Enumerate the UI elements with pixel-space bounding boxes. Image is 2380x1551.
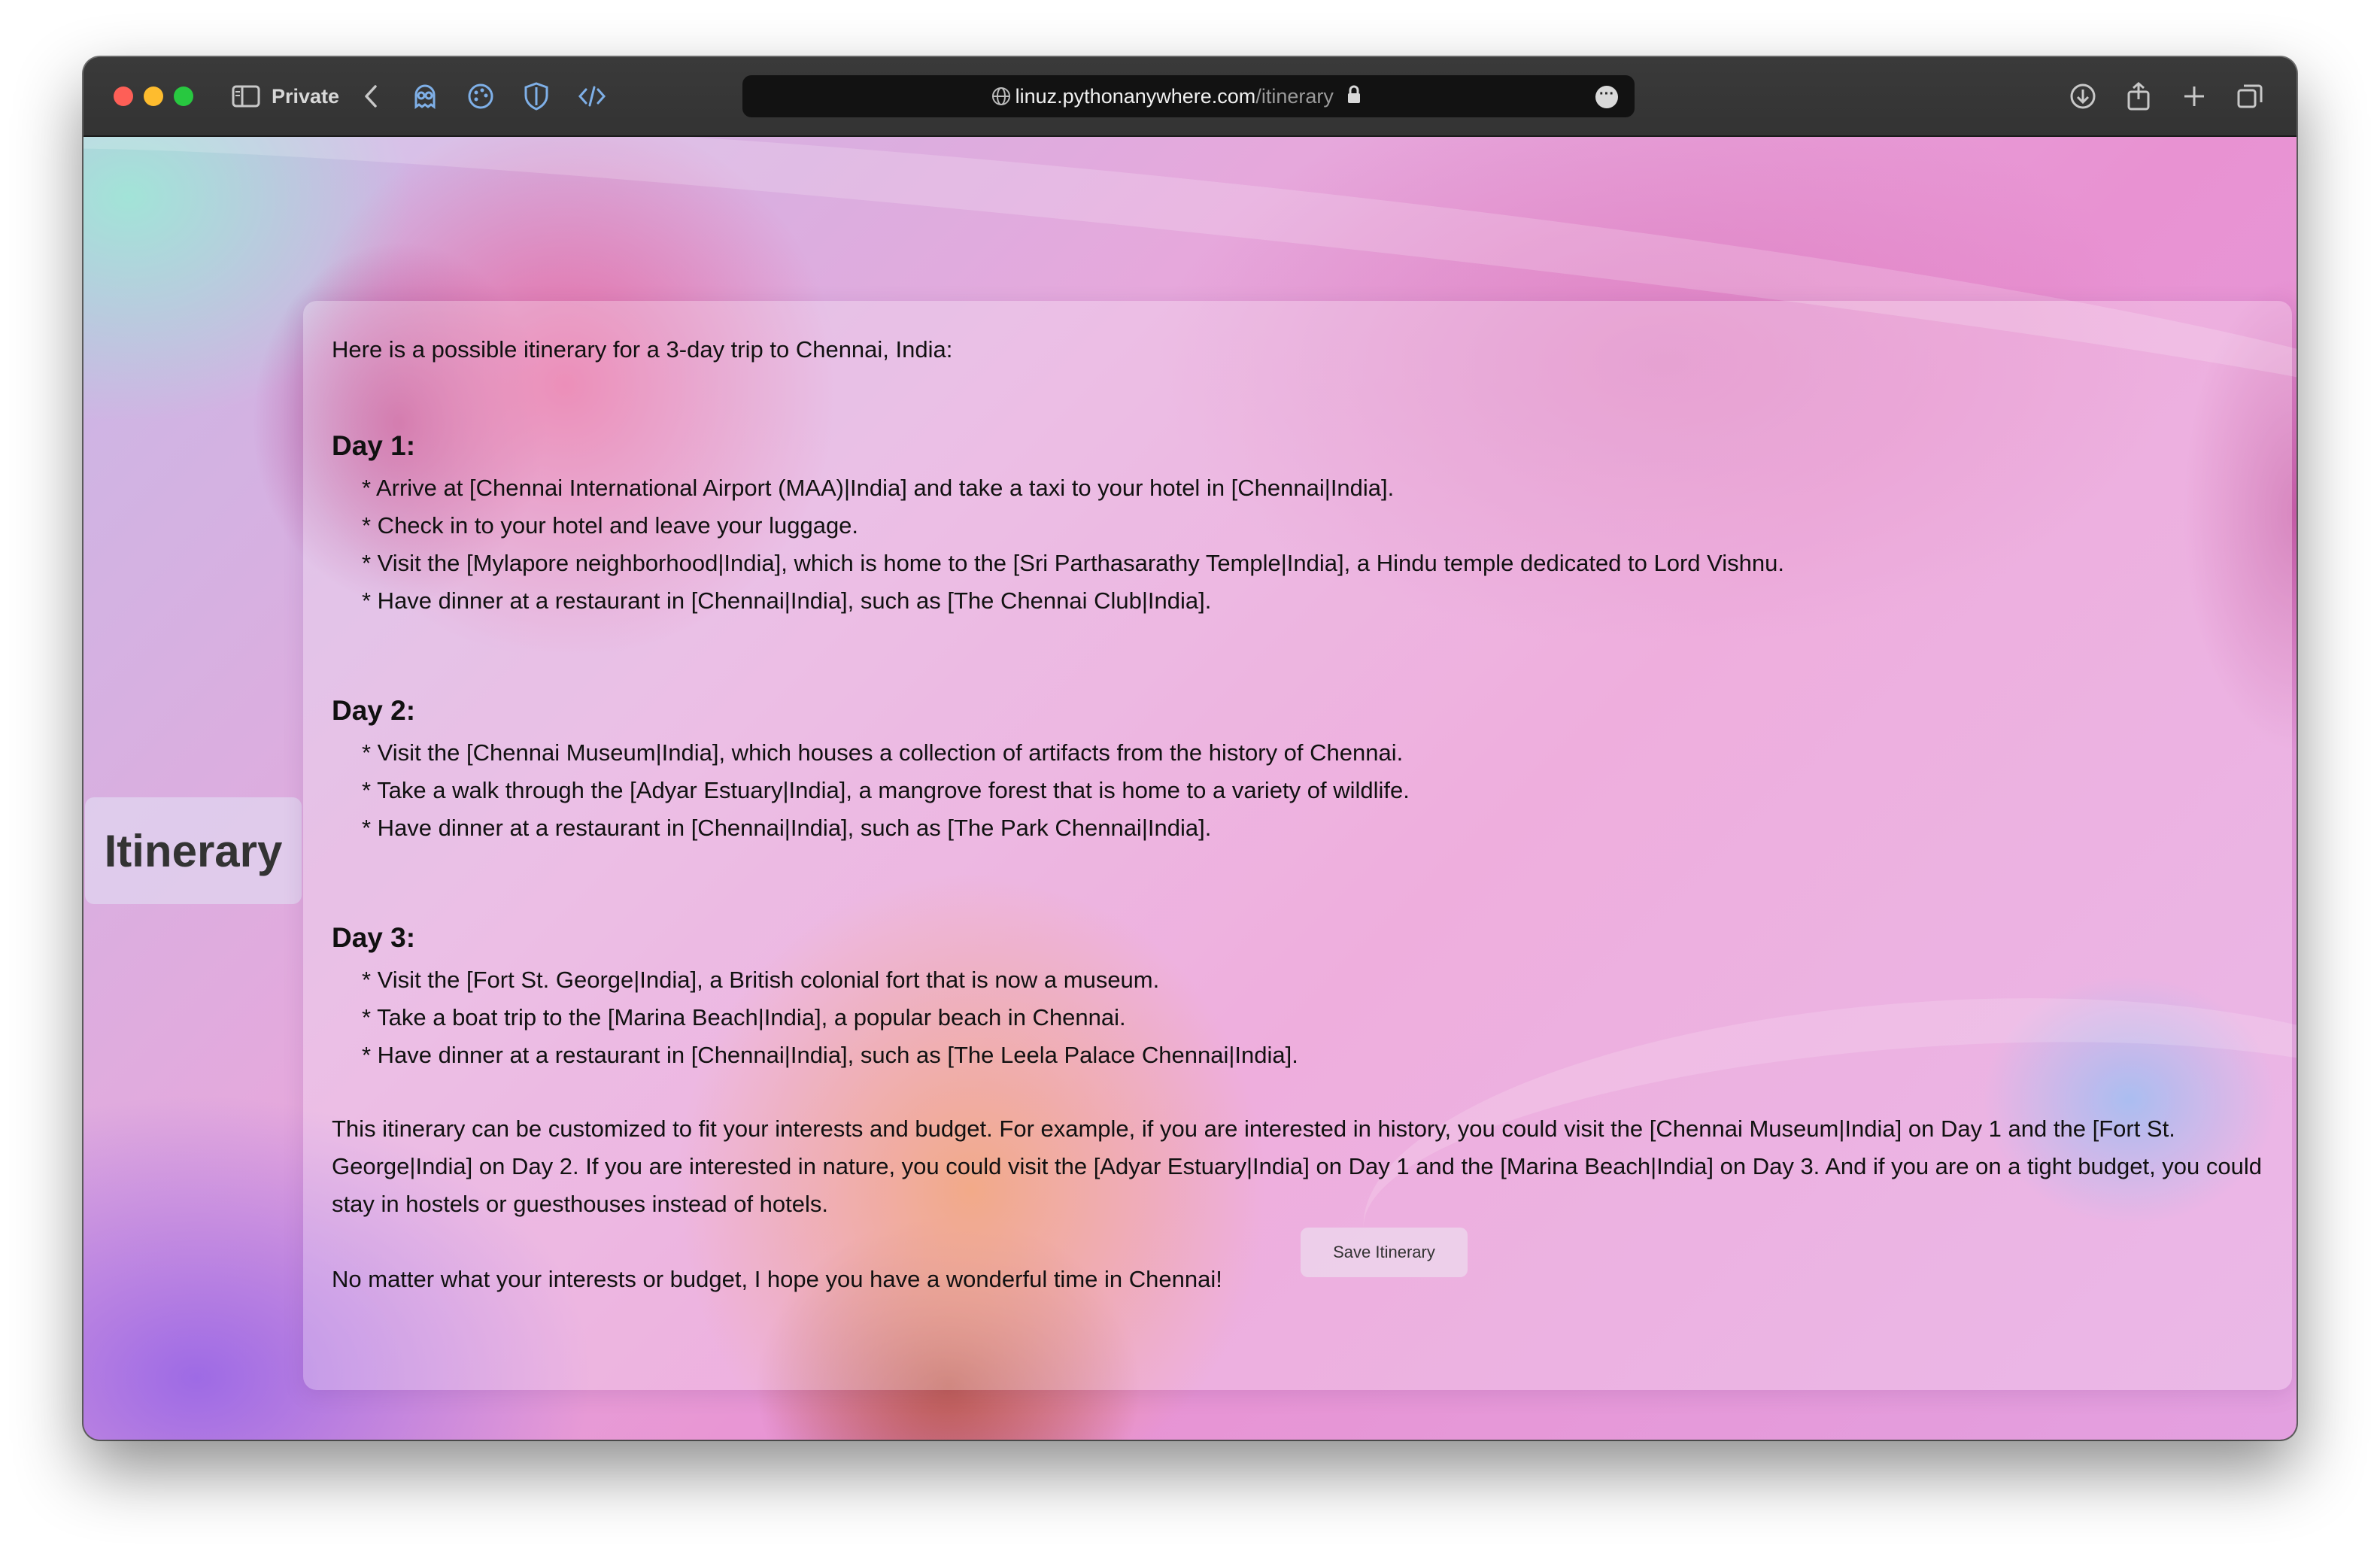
close-window-button[interactable] [114,87,133,106]
shield-extension-icon[interactable] [518,80,554,113]
itinerary-side-title: Itinerary [85,797,302,904]
list-item: * Have dinner at a restaurant in [Chenna… [362,1042,1298,1068]
page-content: Itinerary Here is a possible itinerary f… [83,137,2297,1440]
day-3-section: Day 3: * Visit the [Fort St. George|Indi… [332,919,2266,1074]
new-tab-plus-icon[interactable] [2178,80,2211,113]
list-item: * Visit the [Fort St. George|India], a B… [362,967,1160,993]
day-2-section: Day 2: * Visit the [Chennai Museum|India… [332,692,2266,847]
list-item: * Visit the [Mylapore neighborhood|India… [362,550,1784,576]
download-icon[interactable] [2066,80,2099,113]
lock-icon [1346,77,1362,119]
browser-toolbar: Private linuz.pythonanywhere.com/itinera… [83,57,2297,137]
minimize-window-button[interactable] [144,87,163,106]
palette-extension-icon[interactable] [463,80,499,113]
ghost-extension-icon[interactable] [407,80,443,113]
share-icon[interactable] [2122,80,2155,113]
customize-paragraph: This itinerary can be customized to fit … [332,1115,2262,1217]
tab-overview-icon[interactable] [2233,80,2266,113]
list-item: * Have dinner at a restaurant in [Chenna… [362,815,1212,841]
list-item: * Take a walk through the [Adyar Estuary… [362,777,1410,803]
code-extension-icon[interactable] [574,80,610,113]
url-path: /itinerary [1255,85,1334,108]
back-chevron-icon[interactable] [356,80,386,113]
private-browsing-label: Private [272,85,340,108]
day-activity-list: * Visit the [Fort St. George|India], a B… [362,961,2266,1074]
itinerary-card: Here is a possible itinerary for a 3-day… [303,301,2292,1390]
page-options-icon[interactable]: ··· [1595,86,1618,108]
list-item: * Check in to your hotel and leave your … [362,512,859,539]
zoom-window-button[interactable] [174,87,193,106]
url-text: linuz.pythonanywhere.com/itinerary [742,75,1635,117]
url-domain: linuz.pythonanywhere.com [1015,85,1256,108]
address-bar[interactable]: linuz.pythonanywhere.com/itinerary ··· [742,75,1635,117]
list-item: * Take a boat trip to the [Marina Beach|… [362,1004,1126,1030]
itinerary-intro: Here is a possible itinerary for a 3-day… [332,336,953,363]
list-item: * Visit the [Chennai Museum|India], whic… [362,739,1404,766]
list-item: * Arrive at [Chennai International Airpo… [362,475,1395,501]
save-itinerary-button[interactable]: Save Itinerary [1301,1228,1468,1277]
list-item: * Have dinner at a restaurant in [Chenna… [362,587,1212,614]
day-heading: Day 3: [332,922,416,953]
day-heading: Day 1: [332,430,416,461]
sidebar-icon[interactable] [229,80,263,113]
browser-window: Private linuz.pythonanywhere.com/itinera… [83,57,2297,1440]
day-activity-list: * Arrive at [Chennai International Airpo… [362,469,2266,620]
closing-paragraph: No matter what your interests or budget,… [332,1266,1222,1292]
day-1-section: Day 1: * Arrive at [Chennai Internationa… [332,427,2266,620]
day-heading: Day 2: [332,695,416,726]
day-activity-list: * Visit the [Chennai Museum|India], whic… [362,734,2266,847]
